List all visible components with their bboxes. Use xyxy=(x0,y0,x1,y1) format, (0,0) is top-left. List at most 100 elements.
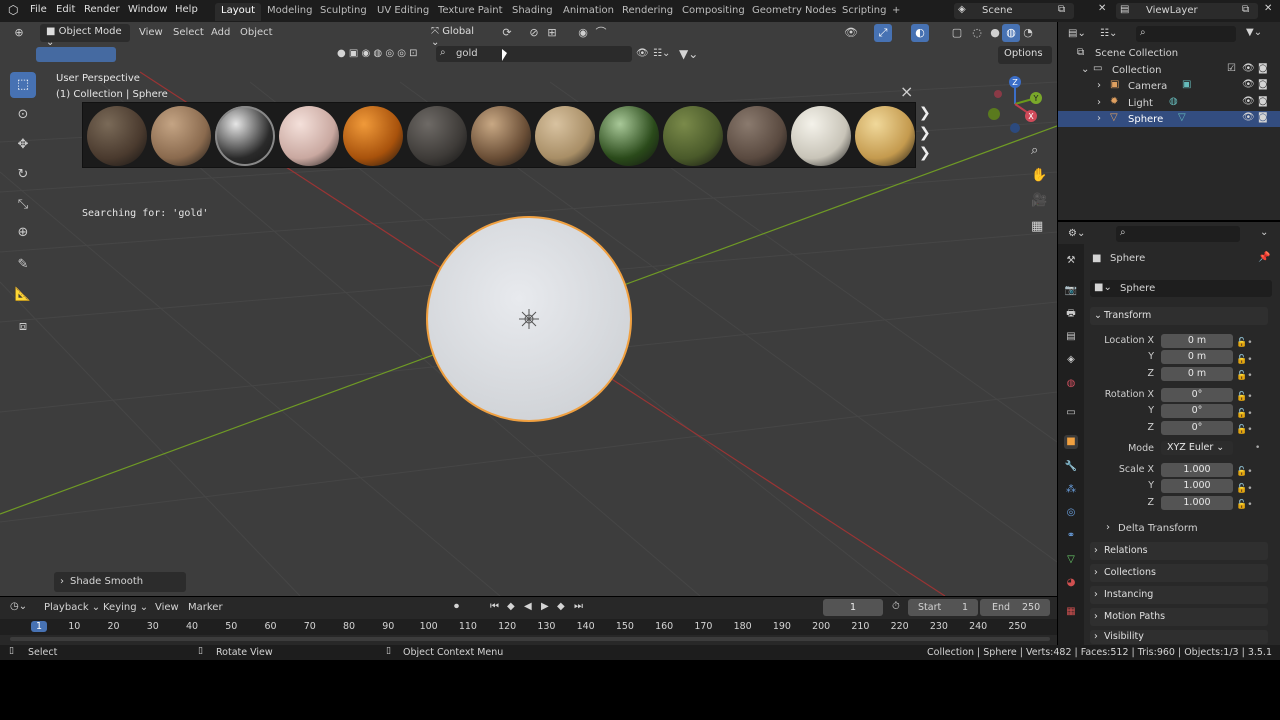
mode-dropdown[interactable]: ■ Object Mode ⌄ xyxy=(40,24,130,48)
move-tool-icon[interactable]: ✥ xyxy=(10,132,36,158)
eye-icon[interactable]: 👁 xyxy=(1242,96,1255,107)
lock-icons[interactable]: 🔓• 🔓• 🔓• xyxy=(1236,389,1253,439)
tab-texture-paint[interactable]: Texture Paint xyxy=(432,3,509,21)
tab-rendering[interactable]: Rendering xyxy=(616,3,679,21)
menu-keying[interactable]: Keying ⌄ xyxy=(103,602,148,613)
menu-add[interactable]: Add xyxy=(211,27,230,38)
zoom-icon[interactable]: ⌕ xyxy=(1031,143,1038,158)
material-thumbnail[interactable] xyxy=(343,106,403,166)
eye-icon[interactable]: 👁 xyxy=(1242,112,1255,123)
particles-props-icon[interactable]: ⁂ xyxy=(1064,483,1078,497)
options-dropdown[interactable]: Options xyxy=(998,46,1052,64)
tab-shading[interactable]: Shading xyxy=(506,3,559,21)
remove-scene-icon[interactable]: ✕ xyxy=(1098,3,1106,14)
material-thumbnail[interactable] xyxy=(727,106,787,166)
render-props-icon[interactable]: 📷 xyxy=(1064,284,1078,298)
outliner-editor-icon[interactable]: ▤⌄ xyxy=(1068,28,1086,39)
lock-icons[interactable]: 🔓• 🔓• 🔓• xyxy=(1236,464,1253,514)
editor-type-icon[interactable]: ⊕ xyxy=(10,24,28,42)
texture-props-icon[interactable]: ▦ xyxy=(1064,605,1078,619)
outliner-search[interactable]: ⌕ xyxy=(1136,26,1236,42)
timeline-scrollbar[interactable] xyxy=(10,637,1050,641)
material-props-icon[interactable]: ◕ xyxy=(1064,576,1078,590)
collection-props-icon[interactable]: ▭ xyxy=(1064,406,1078,420)
rotation-y-field[interactable]: 0° xyxy=(1161,404,1233,418)
motion-paths-panel-header[interactable]: › Motion Paths xyxy=(1090,608,1268,626)
jump-start-icon[interactable]: ⏮ xyxy=(490,601,499,612)
tab-modeling[interactable]: Modeling xyxy=(261,3,319,21)
rotation-z-field[interactable]: 0° xyxy=(1161,421,1233,435)
location-y-field[interactable]: 0 m xyxy=(1161,350,1233,364)
material-thumbnail[interactable] xyxy=(663,106,723,166)
expand-arrow-icon[interactable]: › xyxy=(1097,97,1101,108)
selection-mode-buttons[interactable] xyxy=(36,47,116,62)
outliner-row-sphere[interactable]: › ▽ Sphere ▽ 👁 ◙ xyxy=(1058,111,1280,127)
expand-arrow-icon[interactable]: › xyxy=(1097,80,1101,91)
add-workspace-button[interactable]: + xyxy=(886,3,906,21)
eye-icon[interactable]: 👁 xyxy=(1242,63,1255,74)
material-thumbnail[interactable] xyxy=(471,106,531,166)
outliner-row-camera[interactable]: › ▣ Camera ▣ 👁 ◙ xyxy=(1062,78,1276,94)
material-thumbnail[interactable] xyxy=(215,106,275,166)
last-operator-panel[interactable]: › Shade Smooth xyxy=(54,572,186,592)
material-search-field[interactable]: ⌕ gold xyxy=(436,46,632,62)
visibility-icon[interactable]: 👁 xyxy=(842,24,860,42)
collections-panel-header[interactable]: › Collections xyxy=(1090,564,1268,582)
scene-props-icon[interactable]: ◈ xyxy=(1064,353,1078,367)
menu-window[interactable]: Window xyxy=(128,4,167,15)
annotate-tool-icon[interactable]: ✎ xyxy=(10,252,36,278)
scale-z-field[interactable]: 1.000 xyxy=(1161,496,1233,510)
current-frame-field[interactable]: 1 xyxy=(823,599,883,616)
orientation-dropdown[interactable]: ⤧ Global ⌄ xyxy=(425,24,491,48)
rotate-tool-icon[interactable]: ↻ xyxy=(10,162,36,188)
rotation-mode-dropdown[interactable]: XYZ Euler ⌄ xyxy=(1161,441,1233,455)
delta-transform-header[interactable]: › Delta Transform xyxy=(1104,521,1264,537)
start-frame-field[interactable]: Start 1 xyxy=(908,599,978,616)
blender-logo-icon[interactable]: ⬡ xyxy=(8,3,18,17)
material-thumbnail[interactable] xyxy=(407,106,467,166)
material-thumbnail[interactable] xyxy=(791,106,851,166)
play-icon[interactable]: ▶ xyxy=(541,601,549,612)
tab-animation[interactable]: Animation xyxy=(557,3,620,21)
menu-playback[interactable]: Playback ⌄ xyxy=(44,602,100,613)
outliner-row-light[interactable]: › ✹ Light ◍ 👁 ◙ xyxy=(1062,95,1276,111)
menu-object[interactable]: Object xyxy=(240,27,273,38)
falloff-icon[interactable]: ⌒ xyxy=(592,24,610,42)
world-props-icon[interactable]: ◍ xyxy=(1064,377,1078,391)
material-thumbnail[interactable] xyxy=(87,106,147,166)
scene-selector[interactable]: ◈ Scene ⧉ xyxy=(954,3,1074,19)
menu-timeline-view[interactable]: View xyxy=(155,602,179,613)
rendered-shading-icon[interactable]: ◔ xyxy=(1019,24,1037,42)
output-props-icon[interactable]: 🖶 xyxy=(1064,307,1078,321)
view-mode-icon[interactable]: ☷⌄ xyxy=(653,48,670,59)
menu-file[interactable]: File xyxy=(30,4,47,15)
pivot-icon[interactable]: ⟳ xyxy=(498,24,516,42)
menu-view[interactable]: View xyxy=(139,27,163,38)
select-box-tool-icon[interactable]: ⬚ xyxy=(10,72,36,98)
tab-scripting[interactable]: Scripting xyxy=(836,3,892,21)
prev-keyframe-icon[interactable]: ◆ xyxy=(507,601,515,612)
visibility-panel-header[interactable]: › Visibility xyxy=(1090,630,1268,644)
overlay-toggle-icon[interactable]: ◐ xyxy=(911,24,929,42)
menu-edit[interactable]: Edit xyxy=(56,4,75,15)
camera-render-icon[interactable]: ◙ xyxy=(1258,112,1268,123)
chevron-down-icon[interactable]: ⌄ xyxy=(1260,227,1268,238)
expand-arrow-icon[interactable]: ⌄ xyxy=(1081,64,1089,75)
gallery-arrow-icon[interactable]: ❯ xyxy=(919,145,931,161)
shader-icons[interactable]: ● ▣ ◉ ◍ ◎ ◎ ⊡ xyxy=(337,48,418,59)
tab-layout[interactable]: Layout xyxy=(215,3,261,21)
timeline-editor-icon[interactable]: ◷⌄ xyxy=(10,601,27,612)
rotation-x-field[interactable]: 0° xyxy=(1161,388,1233,402)
copy-scene-icon[interactable]: ⧉ xyxy=(1058,4,1065,15)
material-thumbnail[interactable] xyxy=(599,106,659,166)
view-layer-props-icon[interactable]: ▤ xyxy=(1064,330,1078,344)
remove-view-layer-icon[interactable]: ✕ xyxy=(1264,3,1272,14)
lock-icons[interactable]: 🔓• 🔓• 🔓• xyxy=(1236,335,1253,385)
outliner-display-icon[interactable]: ☷⌄ xyxy=(1100,28,1117,39)
menu-render[interactable]: Render xyxy=(84,4,120,15)
tab-sculpting[interactable]: Sculpting xyxy=(314,3,373,21)
gallery-arrow-icon[interactable]: ❯ xyxy=(919,105,931,121)
proportional-edit-icon[interactable]: ◉ xyxy=(574,24,592,42)
checkbox-icon[interactable]: ☑ xyxy=(1227,63,1236,74)
location-z-field[interactable]: 0 m xyxy=(1161,367,1233,381)
